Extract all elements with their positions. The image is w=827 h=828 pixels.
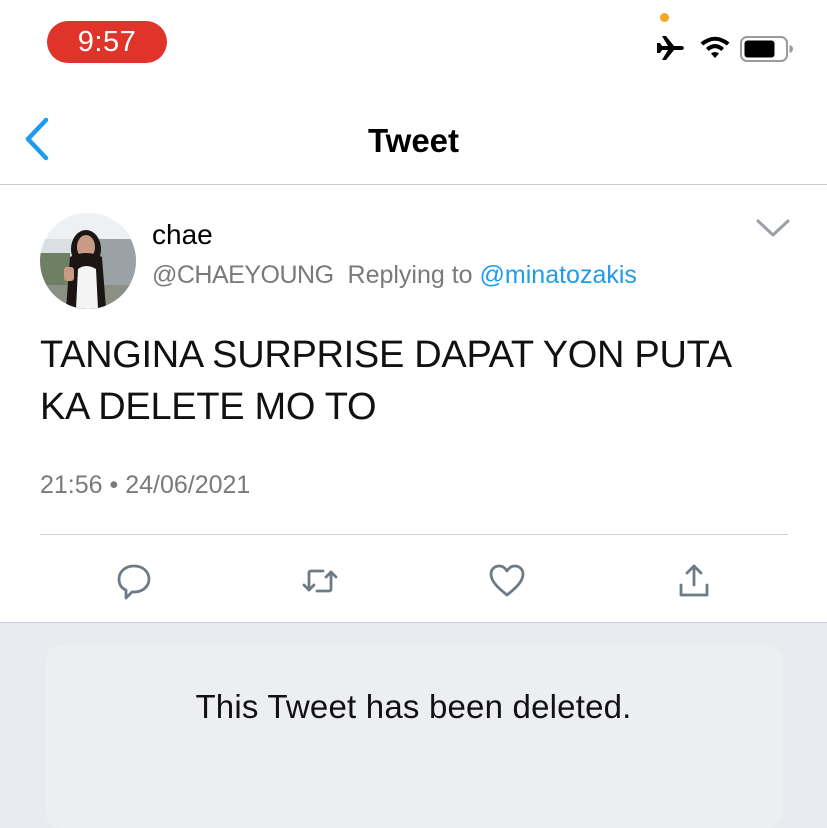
- retweet-button[interactable]: [300, 561, 340, 601]
- divider: [40, 534, 788, 535]
- tweet-detail: chae @CHAEYOUNG Replying to @minatozakis …: [0, 185, 827, 622]
- status-bar: 9:57: [0, 0, 827, 90]
- wifi-icon: [700, 36, 730, 58]
- share-button[interactable]: [674, 561, 714, 601]
- author-handle[interactable]: @CHAEYOUNG: [152, 261, 334, 289]
- tweet-meta: @CHAEYOUNG Replying to @minatozakis: [152, 261, 637, 290]
- tweet-timestamp: 21:56 • 24/06/2021: [40, 471, 251, 499]
- like-button[interactable]: [487, 561, 527, 601]
- page-title: Tweet: [367, 122, 460, 159]
- like-icon: [489, 564, 525, 597]
- retweet-icon: [302, 569, 338, 593]
- deleted-tweet-card: This Tweet has been deleted.: [45, 645, 782, 828]
- author-name[interactable]: chae: [152, 219, 213, 251]
- deleted-tweet-message: This Tweet has been deleted.: [195, 688, 632, 725]
- chevron-down-icon: [756, 219, 790, 237]
- tweet-text-line: KA DELETE MO TO: [40, 386, 377, 428]
- status-time[interactable]: 9:57: [47, 21, 167, 63]
- airplane-icon: [657, 36, 684, 60]
- avatar[interactable]: [40, 213, 136, 309]
- share-icon: [679, 564, 709, 597]
- reply-mention-link[interactable]: @minatozakis: [480, 261, 637, 289]
- battery-icon: [740, 36, 793, 62]
- quoted-tweet-area: This Tweet has been deleted.: [0, 622, 827, 828]
- privacy-indicator-dot: [660, 13, 669, 22]
- tweet-options-button[interactable]: [755, 217, 791, 239]
- tweet-actions: [0, 545, 827, 615]
- tweet-text: TANGINA SURPRISE DAPAT YON PUTA KA DELET…: [40, 329, 800, 433]
- tweet-text-line: TANGINA SURPRISE DAPAT YON PUTA: [40, 334, 732, 376]
- replying-label: Replying to: [347, 261, 473, 289]
- reply-button[interactable]: [114, 561, 154, 601]
- reply-icon: [117, 564, 151, 600]
- nav-bar: Tweet: [0, 96, 827, 185]
